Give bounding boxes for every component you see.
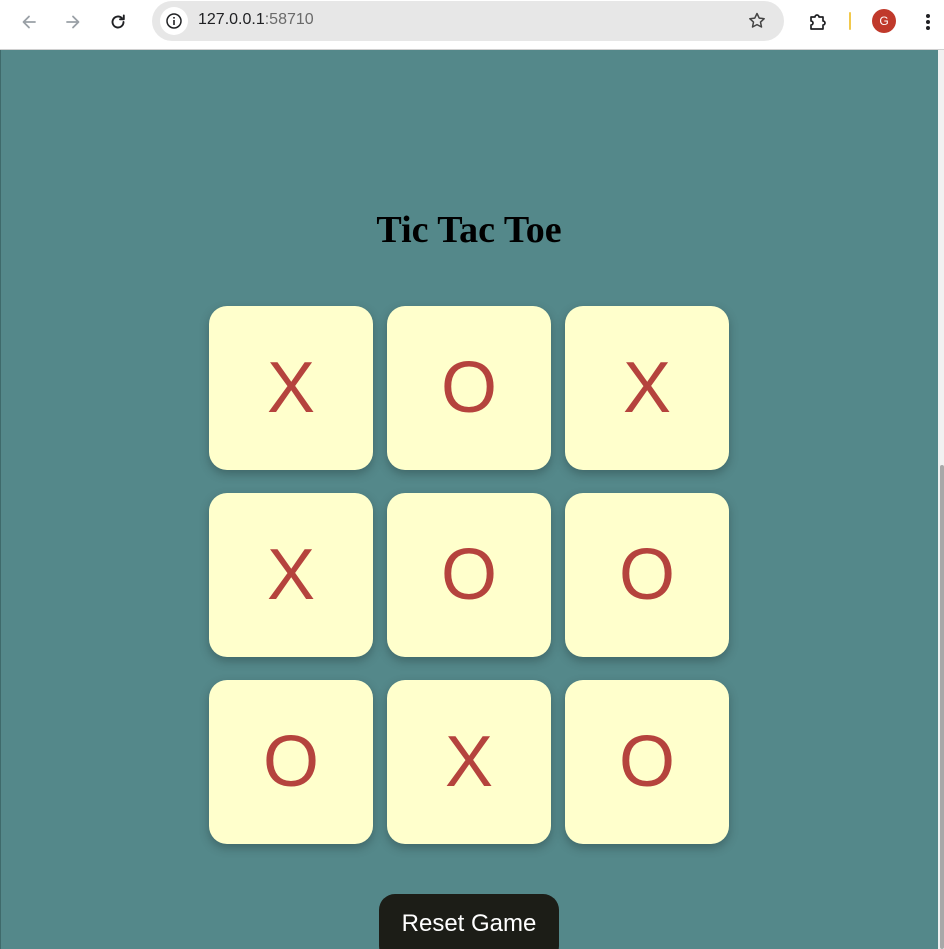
scrollbar-thumb[interactable]: [940, 465, 944, 949]
url-host: 127.0.0.1: [198, 11, 265, 28]
reload-icon: [111, 14, 125, 29]
star-icon: [749, 12, 765, 28]
board-cell[interactable]: X: [209, 493, 373, 657]
page-title: Tic Tac Toe: [376, 209, 562, 251]
profile-avatar[interactable]: G: [872, 9, 896, 33]
toolbar-divider: [849, 12, 851, 30]
url-text[interactable]: 127.0.0.1:58710: [198, 11, 314, 29]
board-cell[interactable]: X: [565, 306, 729, 470]
address-bar[interactable]: 127.0.0.1:58710: [152, 1, 784, 41]
browser-menu-button[interactable]: [916, 8, 940, 36]
board-cell[interactable]: X: [209, 306, 373, 470]
forward-button[interactable]: [59, 8, 87, 36]
back-arrow-icon: [22, 15, 36, 29]
board-cell[interactable]: O: [387, 493, 551, 657]
reset-game-button[interactable]: Reset Game: [379, 894, 559, 949]
board-cell[interactable]: O: [565, 493, 729, 657]
info-icon: [166, 13, 182, 29]
board-cell[interactable]: O: [387, 306, 551, 470]
bookmark-button[interactable]: [746, 10, 768, 32]
game-board: X O X X O O O X O: [209, 306, 729, 844]
reset-game-label: Reset Game: [401, 910, 537, 937]
back-button[interactable]: [15, 8, 43, 36]
browser-toolbar: 127.0.0.1:58710 G: [0, 0, 944, 50]
extensions-button[interactable]: [804, 8, 832, 36]
url-port: :58710: [264, 11, 314, 28]
board-cell[interactable]: O: [565, 680, 729, 844]
kebab-menu-icon: [926, 14, 930, 30]
board-cell[interactable]: X: [387, 680, 551, 844]
reload-button[interactable]: [104, 8, 132, 36]
page-left-border: [0, 50, 1, 949]
site-info-button[interactable]: [160, 7, 188, 35]
forward-arrow-icon: [66, 15, 80, 29]
board-cell[interactable]: O: [209, 680, 373, 844]
puzzle-icon: [810, 14, 826, 30]
